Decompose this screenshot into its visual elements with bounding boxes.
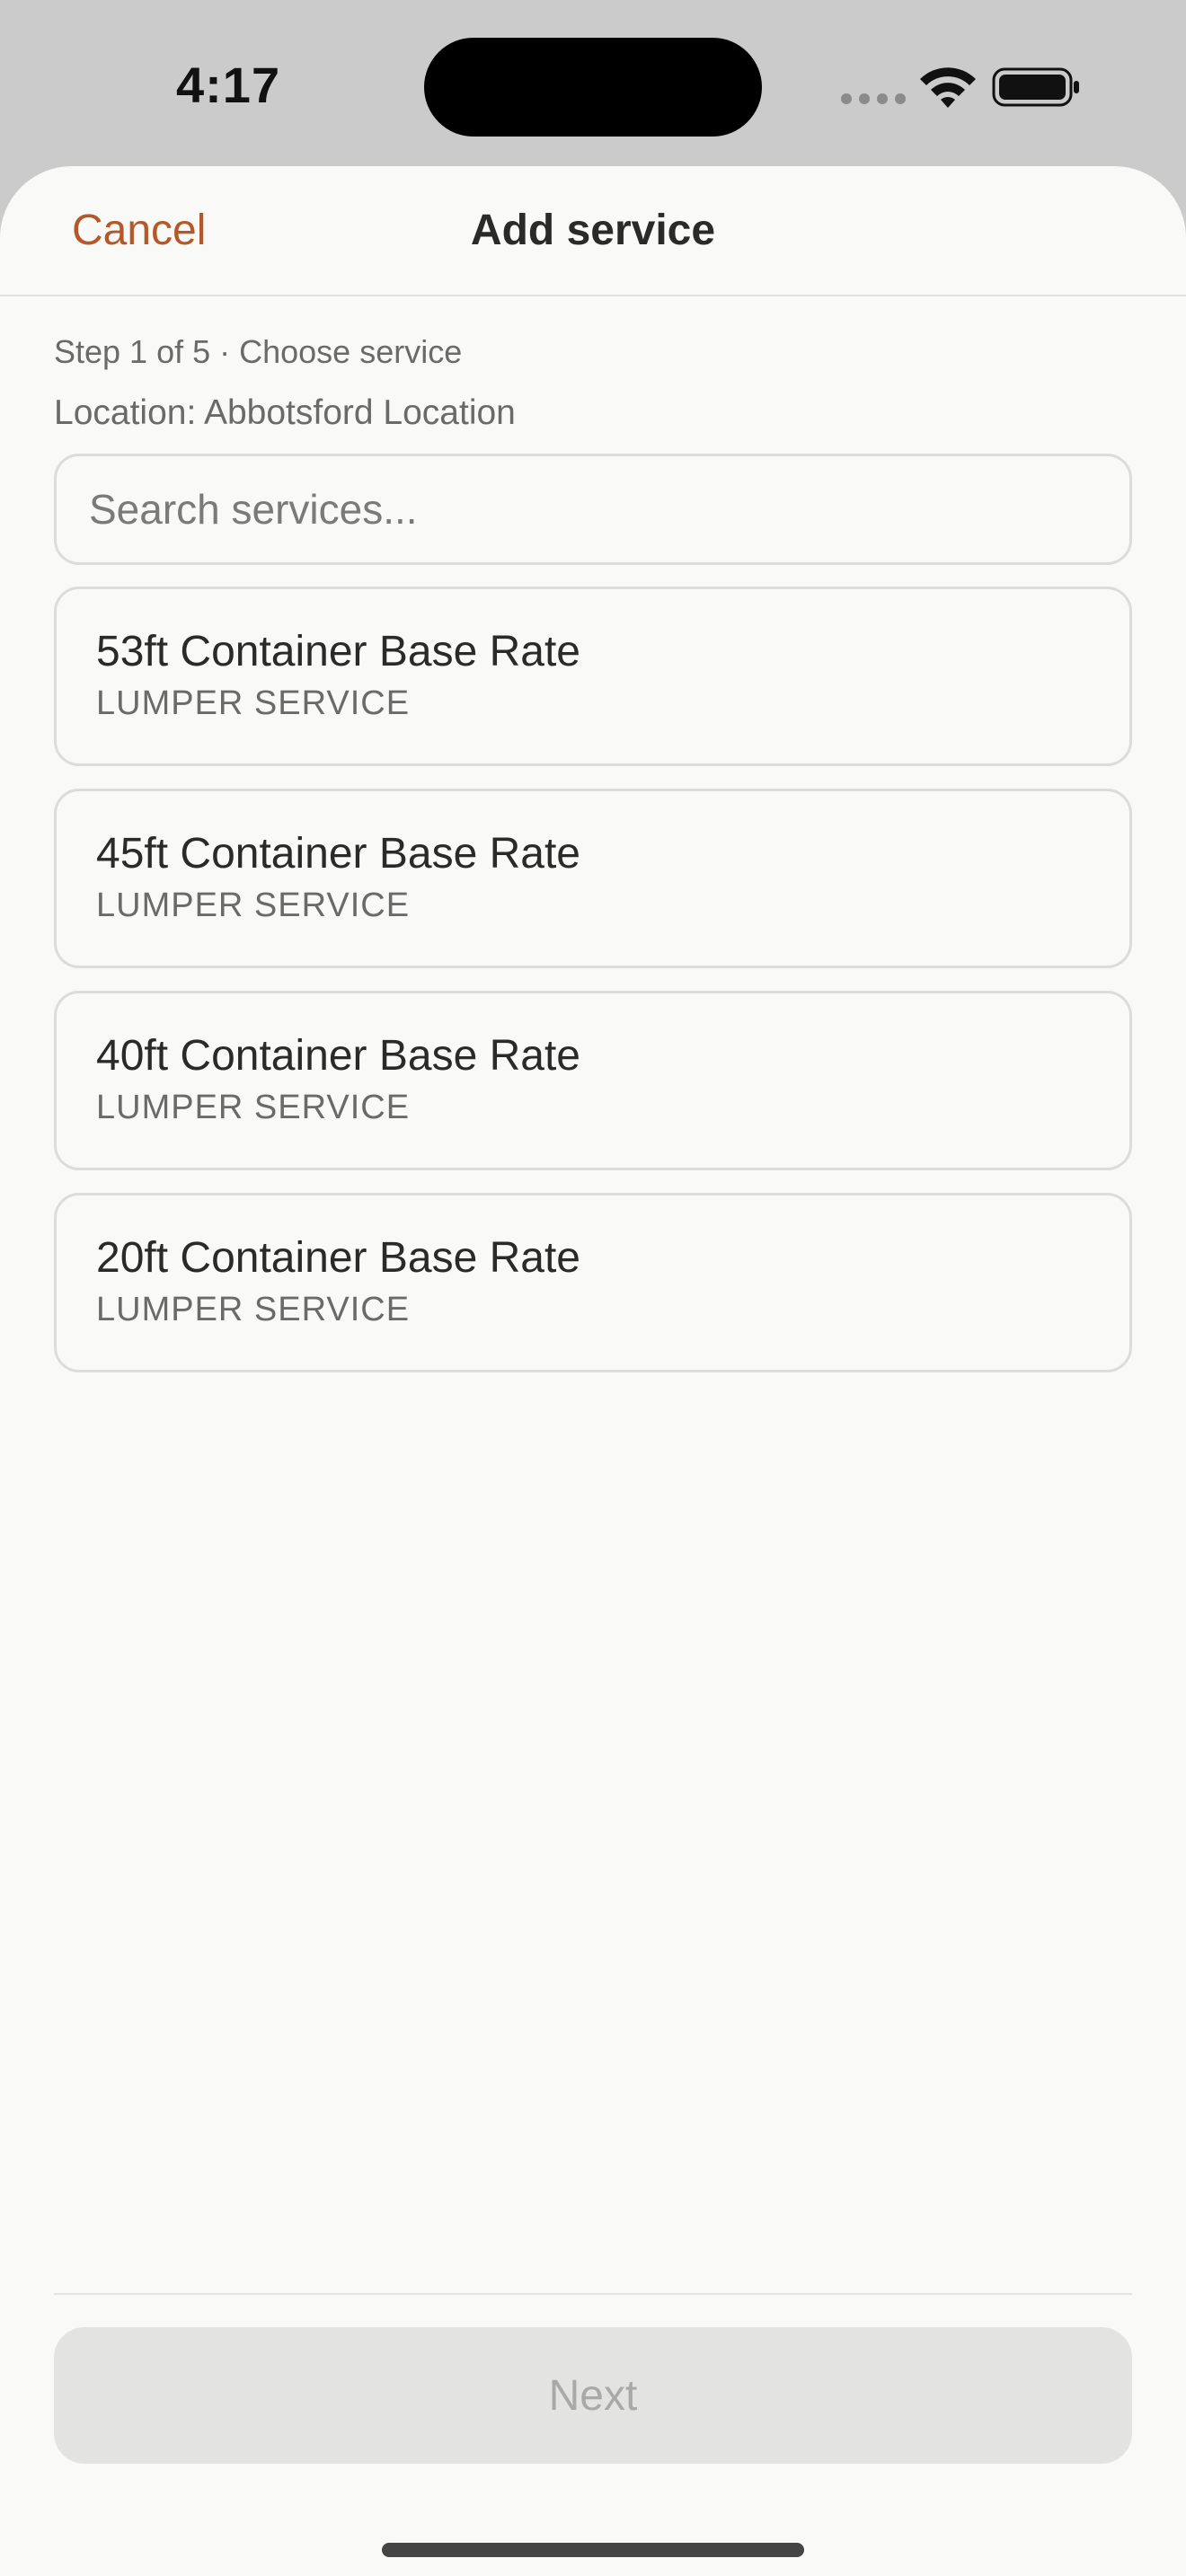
dynamic-island (424, 38, 762, 137)
service-name: 53ft Container Base Rate (96, 628, 580, 675)
location-label: Location: Abbotsford Location (54, 393, 516, 432)
service-item[interactable]: 20ft Container Base Rate LUMPER SERVICE (54, 1193, 1132, 1372)
screen: 4:17 Add service Cancel Step 1 of 5 · Ch… (0, 0, 1186, 2576)
service-name: 45ft Container Base Rate (96, 830, 580, 878)
step-indicator: Step 1 of 5 · Choose service (54, 333, 463, 370)
next-button[interactable]: Next (54, 2327, 1132, 2464)
status-time: 4:17 (176, 57, 281, 113)
search-services-input[interactable] (54, 454, 1132, 565)
service-name: 40ft Container Base Rate (96, 1032, 580, 1080)
service-name: 20ft Container Base Rate (96, 1234, 580, 1282)
service-list: 53ft Container Base Rate LUMPER SERVICE … (54, 587, 1132, 1395)
service-category: LUMPER SERVICE (96, 684, 411, 722)
cancel-button[interactable]: Cancel (72, 206, 206, 255)
sheet-nav-bar: Add service Cancel (0, 166, 1186, 296)
service-category: LUMPER SERVICE (96, 887, 411, 924)
service-category: LUMPER SERVICE (96, 1089, 411, 1126)
service-item[interactable]: 40ft Container Base Rate LUMPER SERVICE (54, 991, 1132, 1170)
battery-icon (992, 67, 1079, 107)
signal-dots-icon (841, 93, 906, 104)
service-item[interactable]: 45ft Container Base Rate LUMPER SERVICE (54, 789, 1132, 968)
footer-divider (54, 2293, 1132, 2295)
service-category: LUMPER SERVICE (96, 1291, 411, 1328)
home-indicator[interactable] (382, 2543, 804, 2557)
add-service-sheet: Add service Cancel Step 1 of 5 · Choose … (0, 166, 1186, 2576)
wifi-icon (920, 67, 976, 108)
service-item[interactable]: 53ft Container Base Rate LUMPER SERVICE (54, 587, 1132, 766)
